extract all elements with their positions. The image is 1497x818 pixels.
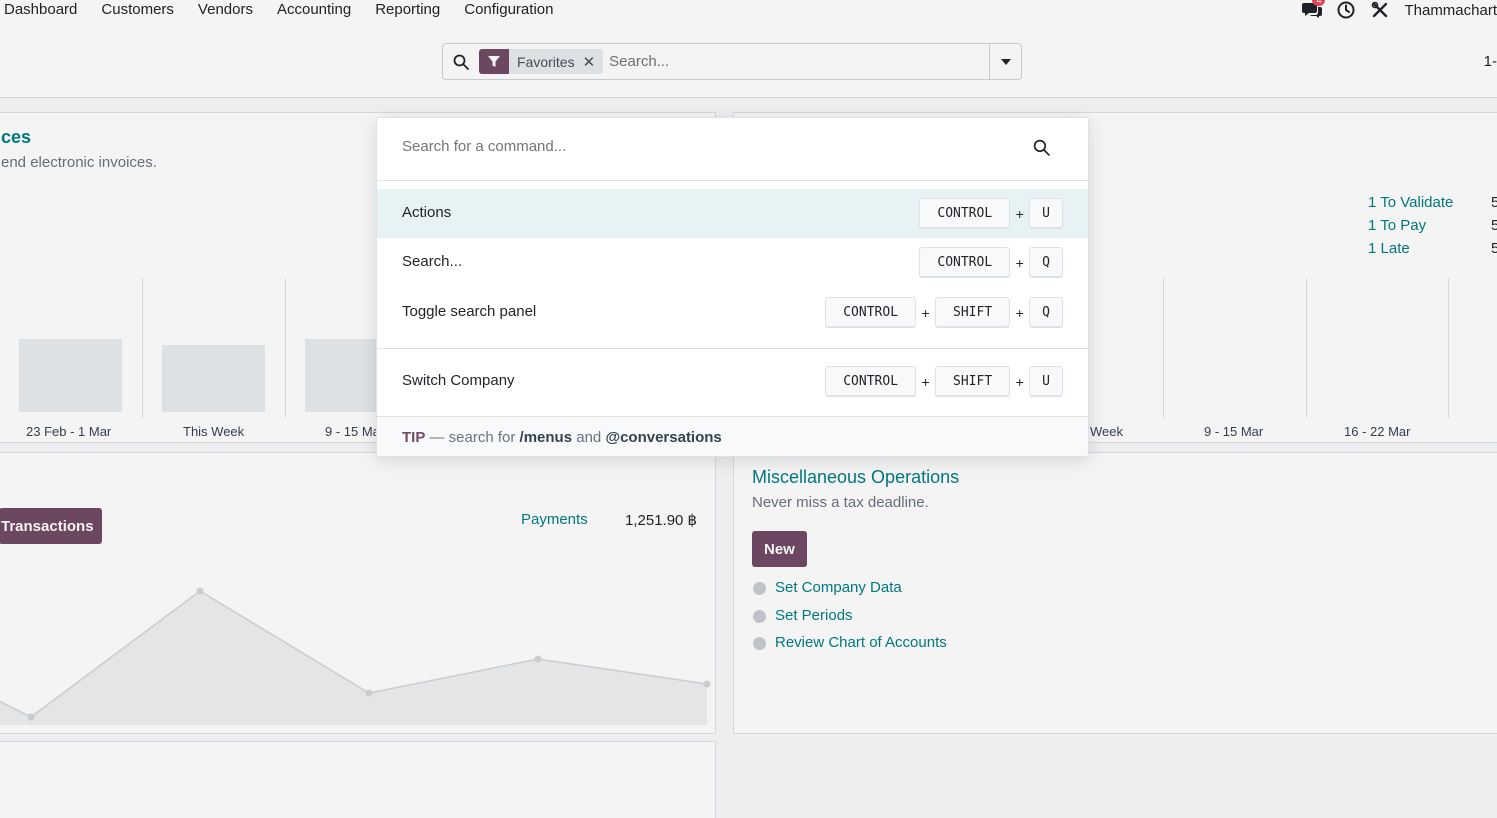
hotkey-key: CONTROL [919, 198, 1011, 229]
command-palette-footer: TIP — search for /menus and @conversatio… [377, 416, 1088, 456]
hotkey-key: Q [1029, 297, 1063, 328]
hotkey-key: SHIFT [935, 366, 1011, 397]
command-label: Actions [402, 204, 452, 221]
command-actions[interactable]: Actions CONTROL + U [377, 189, 1088, 238]
command-search-input[interactable] [402, 138, 1002, 155]
hotkey-key: U [1029, 198, 1063, 229]
tip-label: TIP [402, 429, 426, 446]
command-toggle-search-panel[interactable]: Toggle search panel CONTROL + SHIFT + Q [377, 288, 1088, 337]
command-switch-company[interactable]: Switch Company CONTROL + SHIFT + U [377, 357, 1088, 406]
command-label: Search... [402, 253, 463, 270]
hotkey-key: CONTROL [825, 297, 917, 328]
search-icon [1033, 139, 1050, 160]
command-search[interactable]: Search... CONTROL + Q [377, 238, 1088, 287]
hotkey-combo: CONTROL + SHIFT + Q [825, 297, 1063, 328]
command-label: Switch Company [402, 372, 515, 389]
conversations-hint: @conversations [605, 429, 722, 446]
hotkey-combo: CONTROL + Q [919, 247, 1063, 278]
hotkey-key: SHIFT [935, 297, 1011, 328]
hotkey-key: CONTROL [825, 366, 917, 397]
command-search-bar [377, 118, 1088, 181]
hotkey-combo: CONTROL + SHIFT + U [825, 366, 1063, 397]
tip-text: TIP — search for /menus and @conversatio… [402, 429, 722, 446]
hotkey-key: CONTROL [919, 247, 1011, 278]
command-palette: Actions CONTROL + U Search... CONTROL + … [376, 117, 1089, 457]
hotkey-combo: CONTROL + U [919, 198, 1063, 229]
menus-hint: /menus [519, 429, 573, 446]
hotkey-key: Q [1029, 247, 1063, 278]
command-label: Toggle search panel [402, 303, 537, 320]
hotkey-key: U [1029, 366, 1063, 397]
section-divider [377, 348, 1088, 349]
